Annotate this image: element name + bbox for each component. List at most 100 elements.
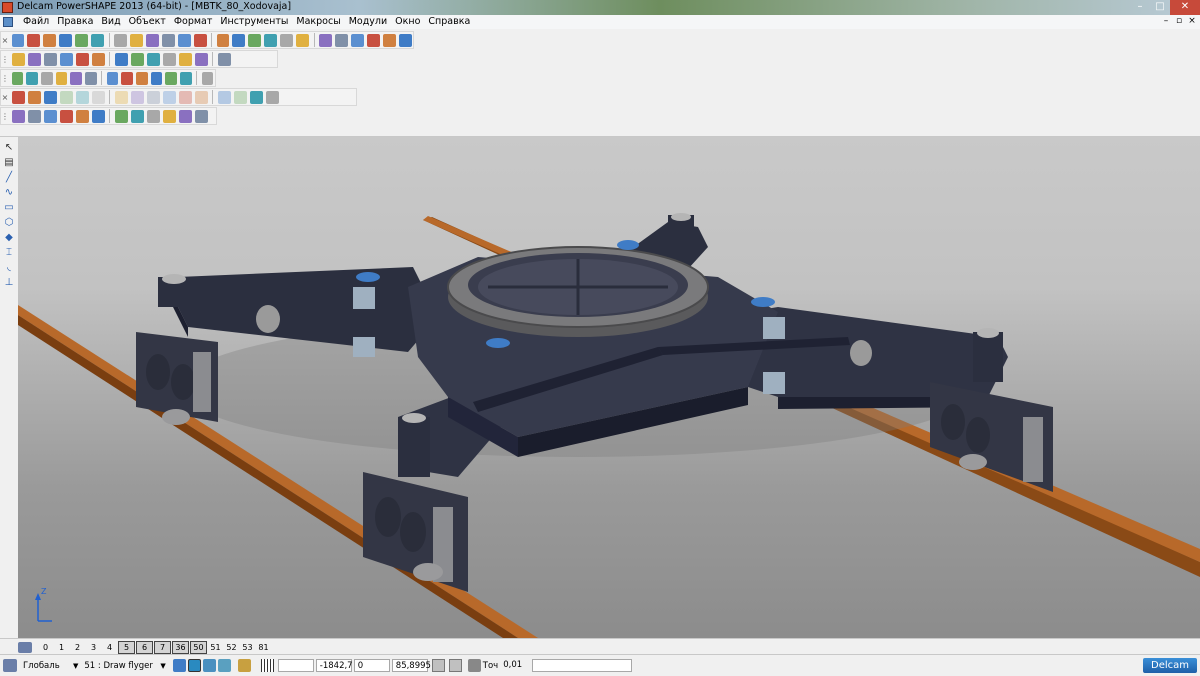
history-icon[interactable] [217, 90, 231, 104]
level-button[interactable]: 52 [224, 642, 239, 653]
cut-icon[interactable] [178, 90, 192, 104]
zoom-icon[interactable] [91, 52, 105, 66]
sweep-icon[interactable] [201, 71, 214, 85]
light-icon[interactable] [194, 52, 208, 66]
loft-icon[interactable] [75, 90, 89, 104]
solid-icon[interactable] [55, 71, 68, 85]
wireframe-icon[interactable] [162, 52, 176, 66]
circle-icon[interactable] [296, 33, 310, 47]
menu-item[interactable]: Макросы [292, 16, 344, 27]
view-iso-icon[interactable] [59, 52, 73, 66]
hidden-icon[interactable] [178, 52, 192, 66]
face-icon[interactable] [27, 90, 41, 104]
open-icon[interactable] [27, 33, 41, 47]
tolerance-field[interactable]: 0,01 [500, 659, 530, 672]
workplane-tool-icon[interactable] [237, 659, 251, 672]
component-icon[interactable] [382, 33, 396, 47]
level-button[interactable]: 53 [240, 642, 255, 653]
sphere-icon[interactable] [85, 71, 97, 85]
grid-field[interactable] [277, 659, 314, 672]
workplane-select[interactable]: Глобаль [23, 661, 73, 671]
level-button[interactable]: 50 [190, 640, 207, 654]
surface-icon[interactable] [350, 33, 364, 47]
level-button[interactable]: 5 [118, 640, 135, 654]
shade-icon[interactable] [146, 52, 160, 66]
arc-icon[interactable]: ∿ [3, 186, 15, 198]
text-icon[interactable] [232, 33, 246, 47]
add-icon[interactable] [162, 90, 176, 104]
shell-2-icon[interactable] [249, 90, 263, 104]
print-icon[interactable] [91, 33, 105, 47]
revolve-icon[interactable] [165, 71, 178, 85]
copy-icon[interactable] [129, 33, 143, 47]
y-coordinate-field[interactable]: 0 [353, 659, 390, 672]
grid-icon[interactable] [260, 659, 274, 672]
cut-icon[interactable] [114, 33, 127, 47]
erase-icon[interactable] [177, 33, 191, 47]
level-button[interactable]: 51 [208, 642, 223, 653]
workplane-dropdown-icon[interactable]: ▼ [73, 662, 78, 670]
section-icon[interactable] [194, 109, 208, 123]
sheet-icon[interactable] [162, 109, 176, 123]
doc-close-button[interactable]: × [1186, 16, 1198, 26]
toolbar-grip-icon[interactable]: × [2, 90, 9, 104]
level-button[interactable]: 3 [86, 642, 101, 653]
solid-cube-icon[interactable]: ◆ [3, 231, 15, 243]
assembly-icon[interactable] [91, 109, 105, 123]
box-icon[interactable] [136, 71, 148, 85]
level-select[interactable]: 51 : Draw flyger [84, 661, 160, 671]
shell-icon[interactable] [130, 90, 144, 104]
mesh-icon[interactable] [265, 90, 279, 104]
x-coordinate-field[interactable]: -1842,7 [315, 659, 353, 672]
corner-icon[interactable] [114, 90, 128, 104]
mate-icon[interactable] [114, 109, 128, 123]
wizard-icon[interactable] [398, 33, 412, 47]
app-icon[interactable] [2, 2, 13, 13]
grid-snap-icon[interactable] [187, 659, 201, 672]
select-box-icon[interactable] [280, 33, 294, 47]
cube-icon[interactable] [121, 71, 134, 85]
level-button[interactable]: 4 [102, 642, 117, 653]
cone-icon[interactable] [106, 71, 119, 85]
round-icon[interactable] [91, 90, 105, 104]
maximize-button[interactable]: □ [1150, 0, 1170, 15]
solid-icon[interactable] [366, 33, 380, 47]
measure-icon[interactable] [27, 109, 41, 123]
text-tool-icon[interactable] [335, 33, 348, 47]
close-button[interactable]: ✕ [1170, 0, 1200, 15]
solid-box-icon[interactable] [75, 109, 89, 123]
save-icon[interactable] [59, 33, 73, 47]
toolbar-grip-icon[interactable]: ⋮ [1, 71, 9, 85]
surface-snap-icon[interactable] [217, 659, 231, 672]
blend-icon[interactable] [180, 71, 192, 85]
save-as-icon[interactable] [75, 33, 89, 47]
z-coordinate-field[interactable]: 85,8995 [391, 659, 431, 672]
view-top-icon[interactable] [11, 52, 25, 66]
menu-item[interactable]: Объект [125, 16, 170, 27]
toolbar-grip-icon[interactable]: ⋮ [1, 109, 9, 123]
menu-item[interactable]: Формат [170, 16, 217, 27]
open-model-icon[interactable] [43, 33, 57, 47]
toolbar-grip-icon[interactable]: ⋮ [1, 52, 9, 66]
menu-item[interactable]: Вид [97, 16, 124, 27]
boolean-icon[interactable] [146, 90, 160, 104]
levels-icon[interactable] [18, 641, 32, 653]
workplane-icon[interactable] [3, 659, 17, 672]
cube-icon[interactable] [43, 90, 57, 104]
part-icon[interactable] [130, 109, 144, 123]
curve-icon[interactable] [319, 33, 333, 47]
analysis-icon[interactable] [11, 109, 25, 123]
pick-icon[interactable] [264, 33, 278, 47]
drawing-icon[interactable] [146, 109, 160, 123]
minimize-button[interactable]: – [1130, 0, 1150, 15]
level-button[interactable]: 1 [54, 642, 69, 653]
menu-item[interactable]: Файл [19, 16, 53, 27]
zoom-fit-icon[interactable] [130, 52, 144, 66]
level-button[interactable]: 7 [154, 640, 171, 654]
command-field[interactable] [532, 659, 633, 672]
menu-item[interactable]: Окно [391, 16, 424, 27]
document-icon[interactable] [3, 17, 13, 27]
delete-icon[interactable] [161, 33, 175, 47]
doc-restore-button[interactable]: ▫ [1173, 16, 1185, 26]
paste-icon[interactable] [145, 33, 159, 47]
